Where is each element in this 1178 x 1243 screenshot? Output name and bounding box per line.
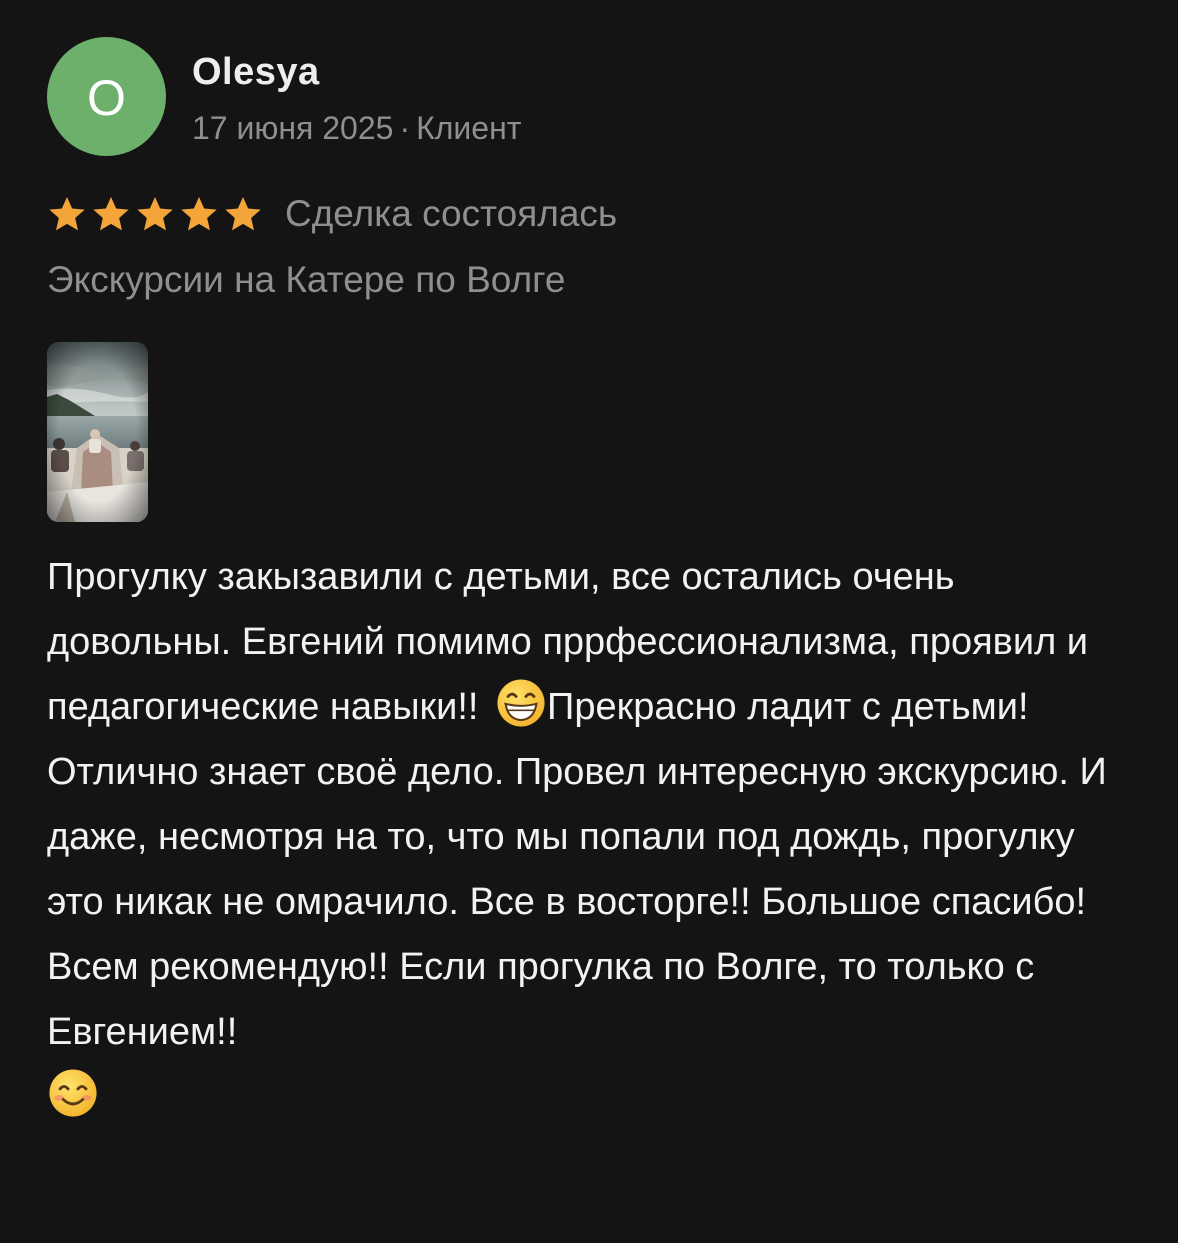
review-text: Прогулку закызавили с детьми, все остали… [47,545,1137,1130]
author-role: Клиент [416,110,522,146]
review-photo[interactable] [47,342,148,522]
avatar[interactable]: O [47,37,166,156]
star-icon [225,197,261,231]
service-name[interactable]: Экскурсии на Катере по Волге [47,255,565,305]
review-meta: 17 июня 2025 · Клиент [192,108,521,148]
star-icon [181,197,217,231]
review-date: 17 июня 2025 [192,110,394,146]
avatar-initial: O [87,69,126,126]
author-name[interactable]: Olesya [192,50,320,94]
review-text-part-2: Прекрасно ладит с детьми! Отлично знает … [47,686,1107,1053]
deal-status: Сделка состоялась [285,193,618,234]
star-icon [137,197,173,231]
meta-separator: · [399,110,411,146]
grinning-face-emoji-icon [497,679,545,727]
star-icon [93,197,129,231]
star-icon [49,197,85,231]
review-card: O Olesya 17 июня 2025 · Клиент Сделка сост… [0,0,1178,1243]
boat-trip-photo-thumbnail [47,342,148,522]
rating-row: Сделка состоялась [47,190,617,238]
star-rating [47,194,263,234]
smiling-face-emoji-icon [49,1069,97,1117]
